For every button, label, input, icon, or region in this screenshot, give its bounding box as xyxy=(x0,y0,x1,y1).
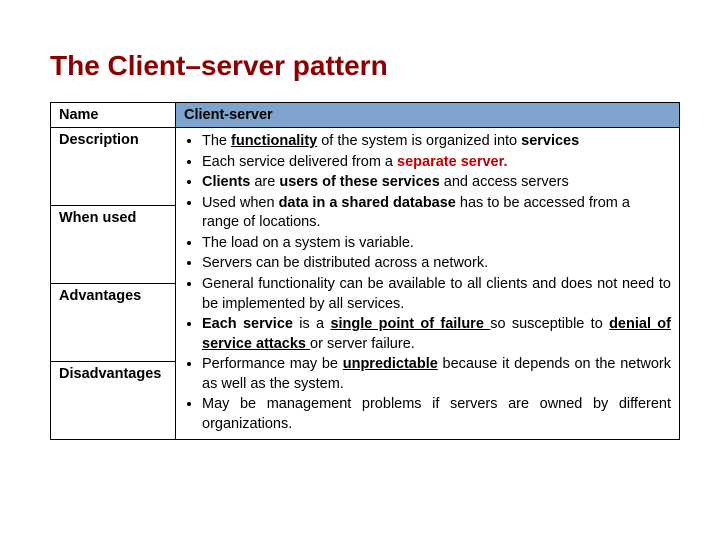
list-item: Each service is a single point of failur… xyxy=(202,315,671,354)
row-label-disadvantages: Disadvantages xyxy=(51,362,176,440)
list-item: Servers can be distributed across a netw… xyxy=(202,254,671,274)
list-item: The load on a system is variable. xyxy=(202,234,671,254)
list-item: May be management problems if servers ar… xyxy=(202,395,671,434)
row-label-when: When used xyxy=(51,206,176,284)
list-item: Performance may be unpredictable because… xyxy=(202,355,671,394)
pattern-table: Name Client-server Description The funct… xyxy=(50,102,680,440)
row-label-description: Description xyxy=(51,128,176,206)
list-item: Clients are users of these services and … xyxy=(202,173,671,193)
row-label-name: Name xyxy=(51,103,176,128)
list-item: General functionality can be available t… xyxy=(202,275,671,314)
list-item: Used when data in a shared database has … xyxy=(202,194,671,233)
list-item: Each service delivered from a separate s… xyxy=(202,153,671,173)
list-item: The functionality of the system is organ… xyxy=(202,132,671,152)
bullet-list: The functionality of the system is organ… xyxy=(184,132,671,434)
name-value: Client-server xyxy=(176,103,680,128)
content-cell: The functionality of the system is organ… xyxy=(176,128,680,440)
row-label-advantages: Advantages xyxy=(51,284,176,362)
page-title: The Client–server pattern xyxy=(50,50,680,82)
